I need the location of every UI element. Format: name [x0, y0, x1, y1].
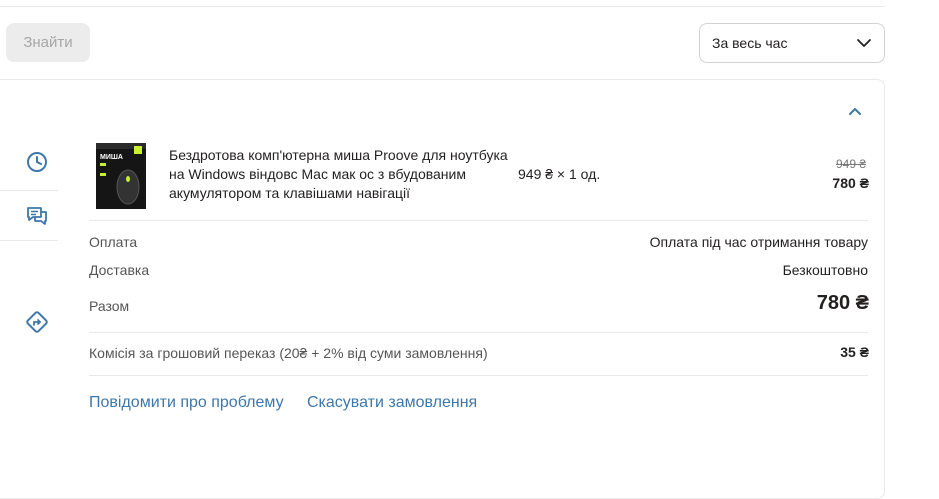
total-value: 780 ₴	[816, 292, 869, 314]
cancel-order-link[interactable]: Скасувати замовлення	[307, 394, 477, 412]
divider	[89, 332, 868, 333]
product-old-price: 949 ₴	[835, 157, 866, 171]
delivery-value: Безкоштовно	[782, 262, 868, 278]
top-divider	[0, 6, 885, 7]
total-label: Разом	[89, 298, 130, 314]
order-card	[0, 79, 885, 499]
divider	[89, 375, 868, 376]
product-image-art: МИША	[96, 143, 146, 209]
delivery-label: Доставка	[89, 262, 150, 278]
chat-icon[interactable]	[25, 204, 49, 228]
route-icon[interactable]	[25, 310, 49, 334]
side-divider	[0, 240, 58, 241]
report-problem-link[interactable]: Повідомити про проблему	[89, 394, 284, 412]
product-price: 780 ₴	[832, 175, 869, 191]
chevron-down-icon	[857, 39, 871, 47]
period-select-value: За весь час	[712, 35, 788, 51]
product-image[interactable]: МИША	[96, 143, 146, 209]
period-select[interactable]: За весь час	[699, 23, 885, 63]
find-button[interactable]: Знайти	[6, 23, 90, 62]
payment-label: Оплата	[89, 234, 138, 250]
thumb-label: МИША	[100, 154, 123, 161]
payment-value: Оплата під час отримання товару	[649, 234, 868, 250]
commission-value: 35 ₴	[840, 344, 869, 360]
commission-label: Комісія за грошовий переказ (20₴ + 2% ві…	[89, 345, 488, 361]
side-divider	[0, 190, 58, 191]
chevron-up-icon[interactable]	[847, 104, 863, 118]
clock-icon[interactable]	[25, 150, 49, 174]
divider	[89, 220, 868, 221]
product-title[interactable]: Бездротова комп'ютерна миша Proove для н…	[169, 146, 509, 203]
product-quantity: 949 ₴ × 1 од.	[518, 166, 601, 182]
